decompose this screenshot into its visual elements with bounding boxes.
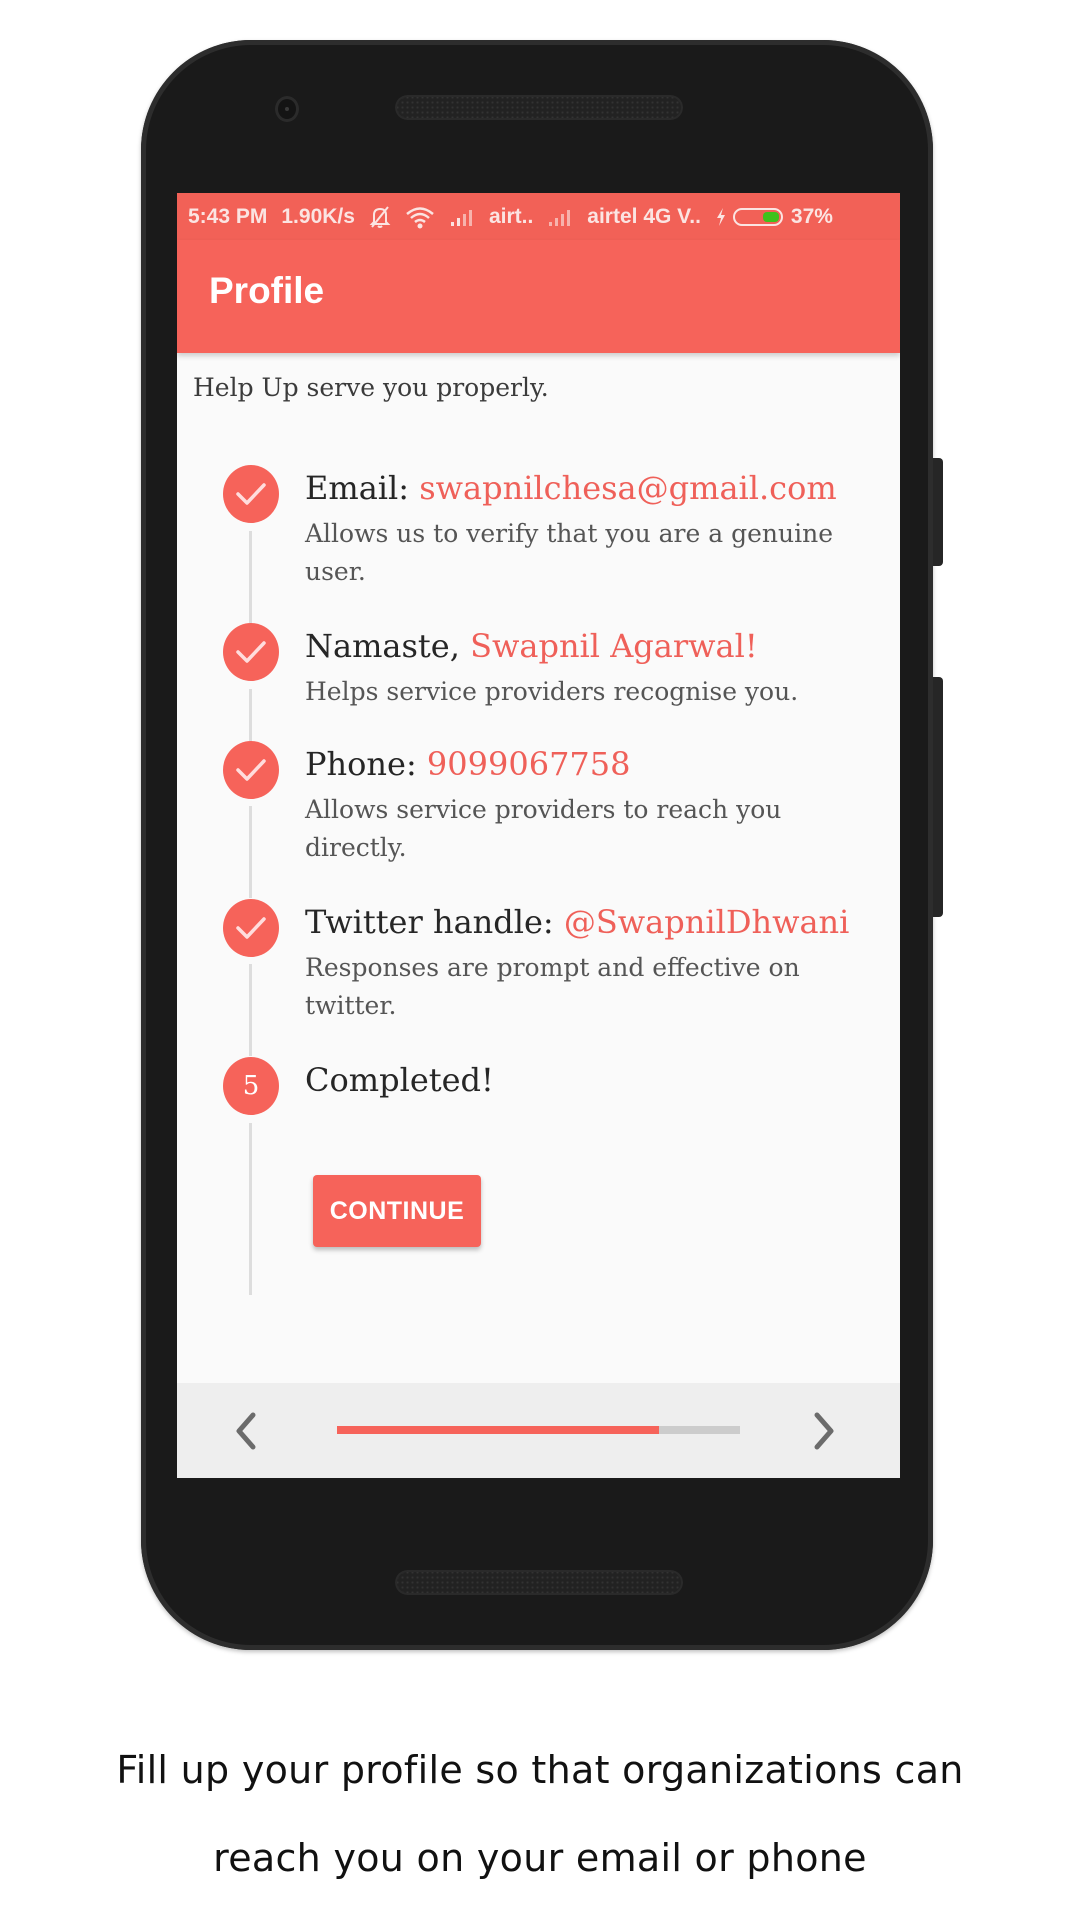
step-label: Email:: [305, 469, 420, 507]
step-connector: [249, 964, 252, 1056]
earpiece-speaker: [395, 95, 683, 120]
carrier-1: airt..: [488, 204, 534, 228]
wifi-icon: [405, 205, 435, 229]
chevron-left-icon: [236, 1412, 256, 1450]
step-title: Completed!: [305, 1061, 494, 1099]
check-icon: [236, 759, 266, 781]
twitter-value: @SwapnilDhwani: [563, 903, 850, 941]
progress-bar-fill: [337, 1426, 660, 1434]
step-title: Twitter handle: @SwapnilDhwani: [305, 903, 849, 941]
front-camera: [275, 96, 299, 122]
step-title: Email: swapnilchesa@gmail.com: [305, 469, 837, 507]
check-icon: [236, 483, 266, 505]
network-speed: 1.90K/s: [281, 204, 355, 228]
next-button[interactable]: [805, 1411, 841, 1451]
caption-line-2: reach you on your email or phone: [213, 1836, 867, 1880]
step-number-indicator: 5: [223, 1057, 279, 1115]
device-screen: 5:43 PM 1.90K/s airt.. airtel 4G V.. 37%…: [177, 193, 900, 1478]
step-title: Namaste, Swapnil Agarwal!: [305, 627, 758, 665]
step-connector: [249, 689, 252, 741]
previous-button[interactable]: [229, 1411, 265, 1451]
check-icon: [236, 917, 266, 939]
profile-content: Help Up serve you properly. Email: swapn…: [177, 353, 900, 1383]
app-bar: Profile: [177, 240, 900, 353]
step-complete-indicator: [223, 623, 279, 681]
carrier-2: airtel 4G V..: [587, 204, 701, 228]
step-complete-indicator: [223, 465, 279, 523]
phone-value: 9099067758: [426, 745, 631, 783]
progress-bar: [337, 1426, 740, 1434]
battery-icon: [732, 207, 783, 226]
signal-icon: [449, 207, 475, 227]
step-description: Helps service providers recognise you.: [305, 677, 799, 706]
name-value: Swapnil Agarwal!: [470, 627, 758, 665]
vertical-stepper: Email: swapnilchesa@gmail.com Allows us …: [177, 353, 900, 1383]
step-label: Phone:: [305, 745, 427, 783]
bottom-navigation: [177, 1383, 900, 1478]
step-description: Allows service providers to reach you di…: [305, 795, 782, 862]
volume-button: [933, 458, 943, 566]
bottom-speaker: [395, 1570, 683, 1595]
step-label: Namaste,: [305, 627, 471, 665]
step-connector: [249, 806, 252, 898]
step-title: Phone: 9099067758: [305, 745, 631, 783]
step-description: Responses are prompt and effective on tw…: [305, 953, 800, 1020]
battery-level: [762, 211, 779, 222]
notifications-off-icon: [369, 205, 391, 229]
step-number: 5: [242, 1071, 260, 1101]
chevron-right-icon: [814, 1412, 834, 1450]
step-complete-indicator: [223, 741, 279, 799]
status-bar: 5:43 PM 1.90K/s airt.. airtel 4G V.. 37%: [177, 193, 900, 240]
status-time: 5:43 PM: [188, 204, 268, 228]
step-label: Twitter handle:: [305, 903, 564, 941]
step-connector: [249, 531, 252, 623]
battery-percent: 37%: [790, 204, 833, 228]
continue-button[interactable]: CONTINUE: [313, 1175, 481, 1247]
check-icon: [236, 641, 266, 663]
step-connector: [249, 1123, 252, 1295]
email-value: swapnilchesa@gmail.com: [419, 469, 837, 507]
caption-line-1: Fill up your profile so that organizatio…: [116, 1748, 964, 1792]
step-complete-indicator: [223, 899, 279, 957]
power-button: [933, 677, 943, 917]
step-description: Allows us to verify that you are a genui…: [305, 519, 833, 586]
bolt-icon: [715, 207, 727, 227]
signal-icon-2: [547, 207, 573, 227]
page-title: Profile: [209, 270, 325, 311]
